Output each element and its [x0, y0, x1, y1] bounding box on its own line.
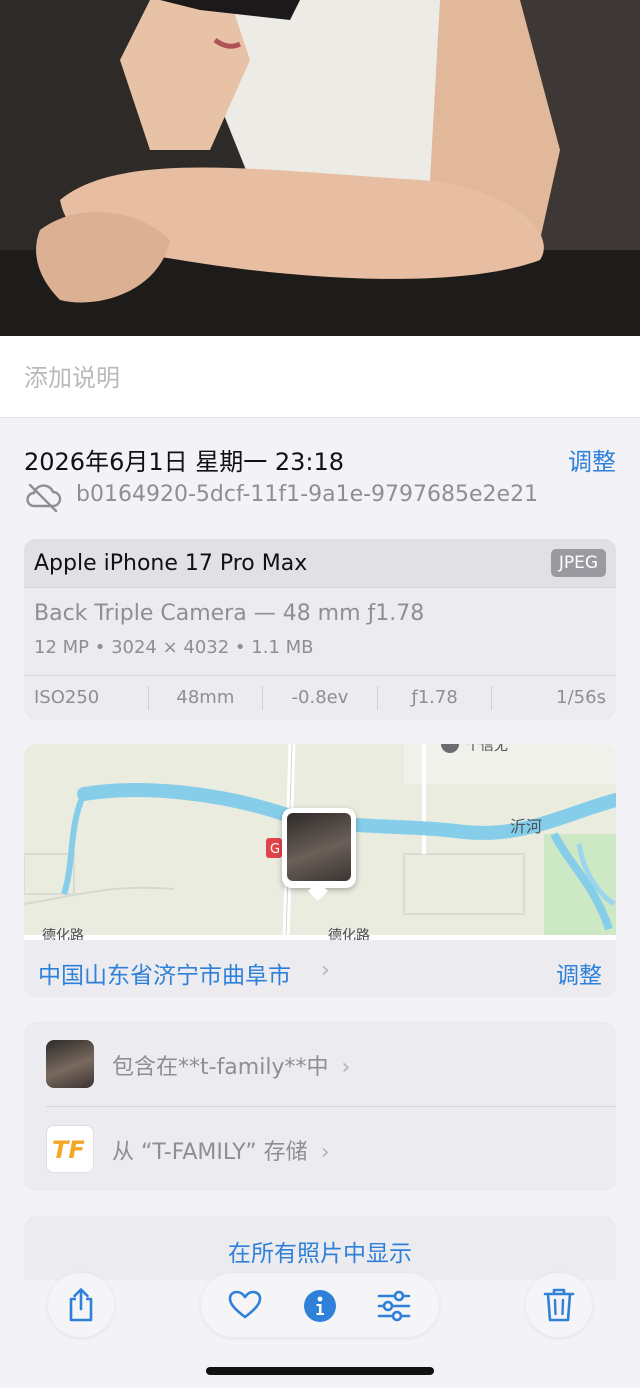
t-family-app-icon: TF [46, 1125, 94, 1173]
image-meta: 12 MP • 3024 × 4032 • 1.1 MB [34, 637, 314, 658]
album-card: 包含在**t-family**中 › TF 从 “T-FAMILY” 存储 › [24, 1022, 616, 1191]
chevron-right-icon: › [320, 1140, 330, 1165]
saved-from-app-row[interactable]: TF 从 “T-FAMILY” 存储 › [24, 1107, 616, 1191]
show-in-all-photos-label: 在所有照片中显示 [228, 1241, 412, 1267]
exif-exposure-value: -0.8ev [262, 686, 377, 710]
exif-focal-length: 48mm [147, 686, 263, 710]
share-icon [69, 1288, 93, 1322]
map-road-label-left: 德化路 [42, 928, 84, 940]
adjust-location-button[interactable]: 调整 [556, 956, 602, 990]
delete-button[interactable] [526, 1273, 592, 1337]
asset-identifier: b0164920-5dcf-11f1-9a1e-9797685e2e21 [76, 482, 539, 507]
toolbar-center-group [201, 1273, 439, 1337]
share-button[interactable] [48, 1273, 114, 1337]
map-card: G 沂河 德化路 德化路 个信无 中国山东省济宁市曲阜市 › 调整 [24, 744, 616, 998]
chevron-right-icon: › [341, 1055, 351, 1080]
adjust-date-button[interactable]: 调整 [568, 442, 616, 477]
capture-date: 2026年6月1日 星期一 23:18 [24, 448, 345, 476]
map-poi-label: 个信无 [466, 744, 508, 754]
map-photo-pin[interactable] [282, 808, 356, 901]
exif-shutter-speed: 1/56s [491, 686, 616, 710]
show-in-all-photos-button[interactable]: 在所有照片中显示 [24, 1216, 616, 1280]
chevron-right-icon: › [321, 958, 330, 983]
included-in-album-text: 包含在**t-family**中 [112, 1055, 329, 1080]
date-row: 2026年6月1日 星期一 23:18 调整 [24, 440, 616, 476]
camera-info-card: Apple iPhone 17 Pro Max JPEG Back Triple… [24, 539, 616, 720]
camera-header: Apple iPhone 17 Pro Max JPEG [24, 539, 616, 588]
album-thumbnail [46, 1040, 94, 1088]
included-in-album-row[interactable]: 包含在**t-family**中 › [24, 1022, 616, 1106]
camera-model: Apple iPhone 17 Pro Max [34, 551, 308, 576]
photo-image [0, 0, 640, 336]
format-badge: JPEG [550, 549, 606, 577]
location-row: 中国山东省济宁市曲阜市 › 调整 [24, 942, 616, 998]
location-map[interactable]: G 沂河 德化路 德化路 个信无 [24, 744, 616, 944]
info-icon[interactable] [303, 1289, 337, 1323]
caption-area [0, 336, 640, 418]
location-name[interactable]: 中国山东省济宁市曲阜市 [38, 956, 291, 990]
caption-input[interactable] [24, 360, 614, 396]
uuid-row: b0164920-5dcf-11f1-9a1e-9797685e2e21 [24, 480, 616, 514]
exif-row: ISO250 48mm -0.8ev ƒ1.78 1/56s [24, 675, 616, 720]
heart-icon[interactable] [228, 1290, 262, 1320]
exif-iso: ISO250 [34, 687, 100, 708]
tf-logo: TF [52, 1136, 85, 1164]
sliders-icon[interactable] [377, 1290, 411, 1322]
map-pin-thumbnail [287, 813, 351, 881]
tf-logo-text: TF [52, 1136, 85, 1164]
map-road-label-right: 德化路 [328, 928, 370, 940]
saved-from-label: 从 “T-FAMILY” 存储 › [112, 1134, 330, 1166]
map-shield-label: G [270, 842, 280, 857]
lens-info: Back Triple Camera — 48 mm ƒ1.78 [34, 601, 425, 626]
saved-from-text: 从 “T-FAMILY” 存储 [112, 1140, 308, 1165]
exif-aperture: ƒ1.78 [376, 686, 492, 710]
included-in-album-label: 包含在**t-family**中 › [112, 1049, 350, 1081]
home-indicator[interactable] [206, 1367, 434, 1375]
map-river-label: 沂河 [510, 817, 542, 836]
cloud-off-icon [26, 483, 62, 512]
photo-preview[interactable] [0, 0, 640, 336]
trash-icon [543, 1288, 575, 1322]
